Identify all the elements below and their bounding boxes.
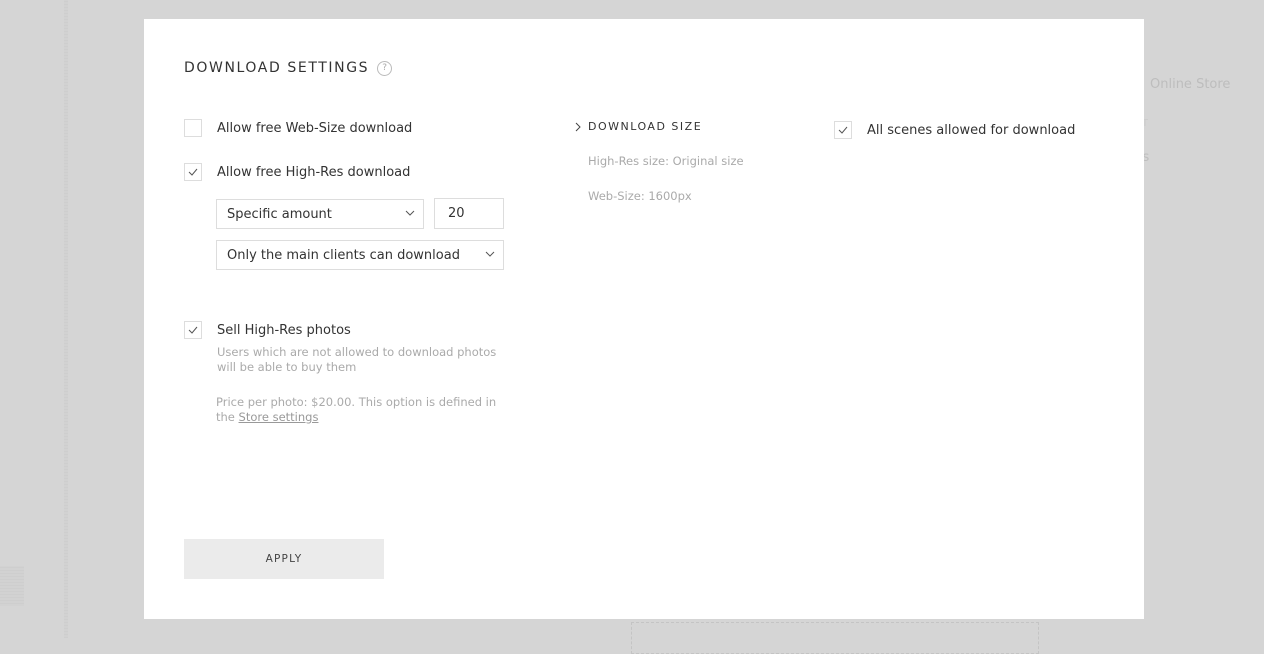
background-online-store-link: Online Store [1150,77,1231,92]
high-res-size-info: High-Res size: Original size [588,154,744,168]
all-scenes-option[interactable]: All scenes allowed for download [834,121,1075,139]
checkmark-icon [188,326,198,334]
store-settings-link[interactable]: Store settings [239,410,319,424]
web-size-label: Allow free Web-Size download [217,120,413,136]
background-divider [64,0,68,638]
sell-high-res-label: Sell High-Res photos [217,322,351,338]
sell-high-res-checkbox[interactable] [184,321,202,339]
help-icon[interactable]: ? [377,60,393,76]
amount-input[interactable] [434,198,504,229]
clients-select-value: Only the main clients can download [227,247,460,263]
sell-hint: Users which are not allowed to download … [217,345,497,374]
download-size-toggle[interactable]: DOWNLOAD SIZE [575,120,702,133]
high-res-label: Allow free High-Res download [217,164,411,180]
checkmark-icon [188,168,198,176]
modal-title-text: DOWNLOAD SETTINGS [184,60,370,76]
clients-select[interactable]: Only the main clients can download [216,240,504,270]
high-res-checkbox[interactable] [184,163,202,181]
chevron-right-icon [575,122,581,131]
background-box [631,622,1039,654]
all-scenes-label: All scenes allowed for download [867,122,1076,138]
apply-button[interactable]: APPLY [184,539,384,579]
web-size-option[interactable]: Allow free Web-Size download [184,119,412,137]
web-size-info: Web-Size: 1600px [588,189,692,203]
download-size-title: DOWNLOAD SIZE [588,120,703,133]
download-settings-modal: DOWNLOAD SETTINGS ? Allow free Web-Size … [144,19,1144,619]
all-scenes-checkbox[interactable] [834,121,852,139]
high-res-option[interactable]: Allow free High-Res download [184,163,410,181]
web-size-checkbox[interactable] [184,119,202,137]
amount-select[interactable]: Specific amount [216,199,424,229]
background-block [0,566,24,606]
modal-title: DOWNLOAD SETTINGS ? [184,60,393,76]
chevron-down-icon [405,210,415,216]
sell-high-res-option[interactable]: Sell High-Res photos [184,321,351,339]
price-hint: Price per photo: $20.00. This option is … [216,395,511,425]
chevron-down-icon [485,251,495,257]
amount-select-value: Specific amount [227,206,332,222]
checkmark-icon [838,126,848,134]
